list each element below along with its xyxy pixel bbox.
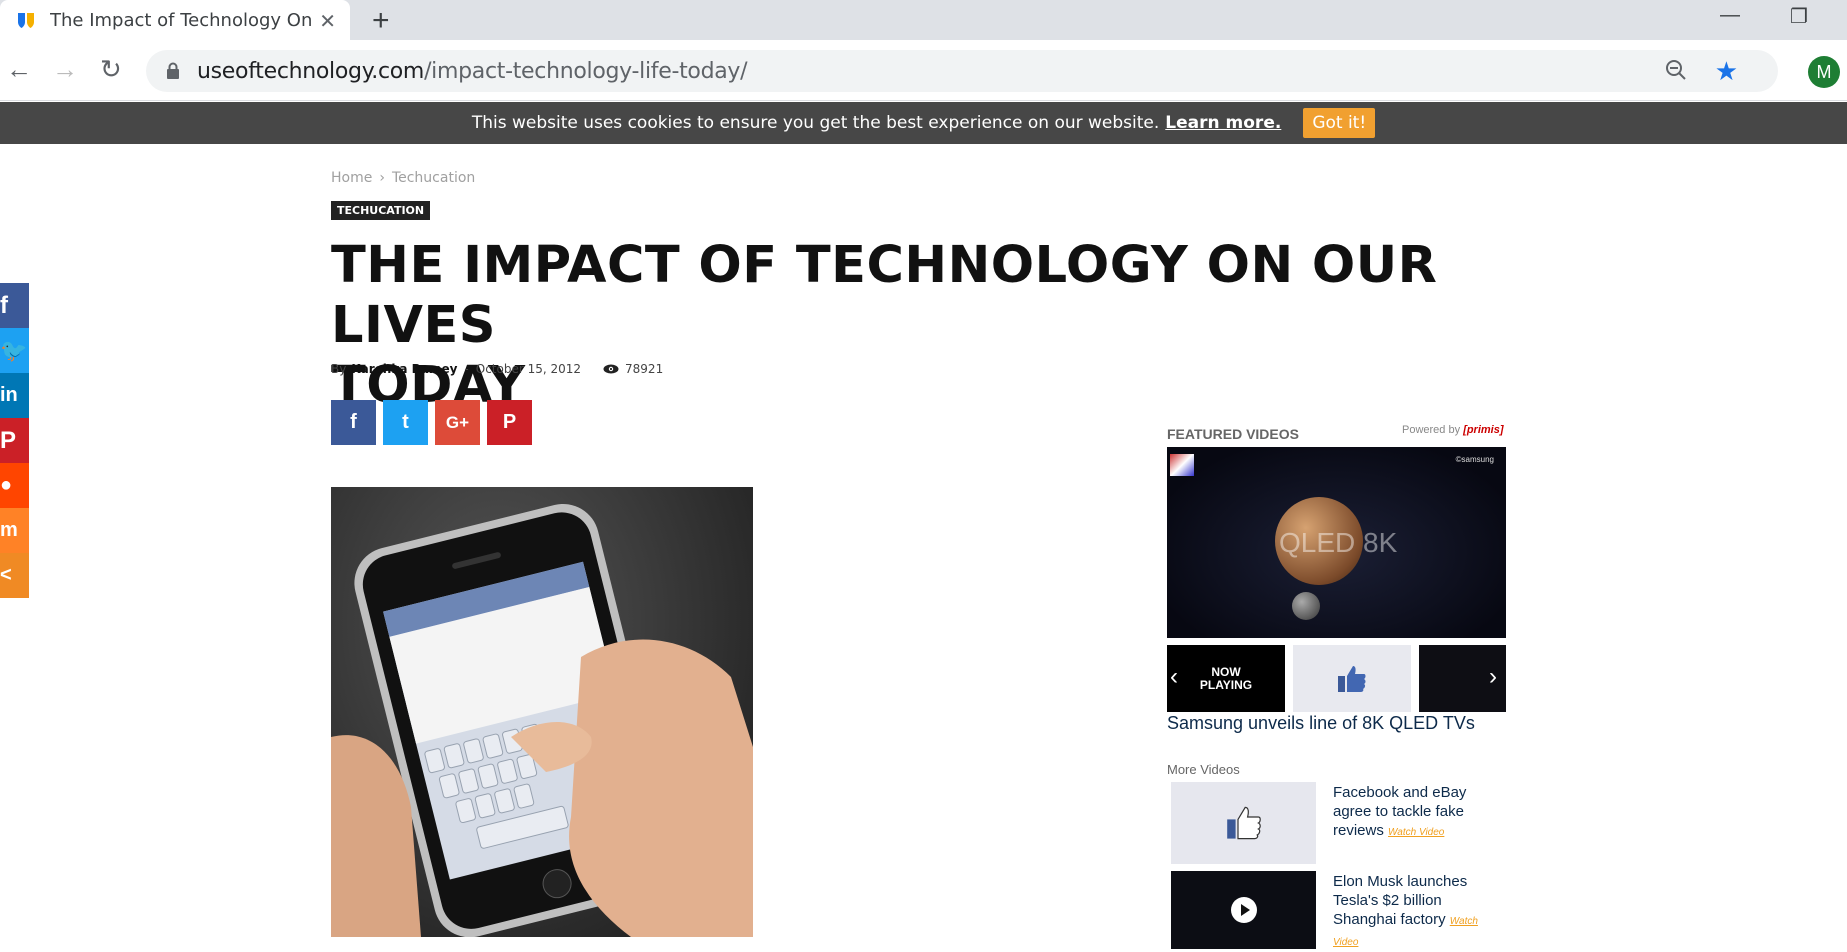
video-overlay-text: QLED 8K	[1279, 527, 1398, 558]
carousel-next-icon[interactable]: ›	[1489, 663, 1497, 691]
author-name[interactable]: Karehka Ramey	[351, 362, 457, 376]
facebook-share-button[interactable]: f	[331, 400, 376, 445]
tab-strip: The Impact of Technology On Our Lives To…	[0, 0, 1847, 40]
side-reddit-icon[interactable]: ●	[0, 463, 29, 508]
powered-by[interactable]: Powered by [primis]	[1402, 424, 1504, 436]
now-playing-thumb[interactable]: NOW PLAYING	[1167, 645, 1285, 712]
zoom-out-icon[interactable]	[1664, 58, 1688, 87]
tab-title: The Impact of Technology On Our Lives To…	[50, 9, 318, 31]
more-video-thumb-1[interactable]	[1171, 782, 1316, 864]
address-bar[interactable]: useoftechnology.com/impact-technology-li…	[146, 50, 1778, 92]
side-share-icon[interactable]: <	[0, 553, 29, 598]
eye-icon	[603, 364, 619, 374]
side-twitter-icon[interactable]: 🐦	[0, 328, 29, 373]
carousel-prev-icon[interactable]: ‹	[1170, 663, 1178, 691]
samsung-watermark: ©samsung	[1455, 455, 1494, 464]
cookie-message: This website uses cookies to ensure you …	[471, 113, 1160, 133]
featured-videos-label: FEATURED VIDEOS	[1167, 426, 1299, 442]
video-player[interactable]: ©samsung QLED 8K	[1167, 447, 1506, 638]
bookmark-star-icon[interactable]: ★	[1715, 56, 1738, 87]
lock-icon	[166, 62, 180, 85]
twitter-share-button[interactable]: t	[383, 400, 428, 445]
more-video-item-2[interactable]: Elon Musk launches Tesla's $2 billion Sh…	[1333, 872, 1493, 952]
title-line-1: THE IMPACT OF TECHNOLOGY ON OUR LIVES	[331, 236, 1438, 355]
iphone-in-hand-illustration	[331, 503, 753, 937]
pinterest-share-button[interactable]: P	[487, 400, 532, 445]
now-playing-label: NOW PLAYING	[1199, 664, 1253, 692]
more-video-item-1[interactable]: Facebook and eBay agree to tackle fake r…	[1333, 783, 1493, 842]
article-featured-image	[331, 487, 753, 937]
restore-icon[interactable]: ❐	[1790, 4, 1808, 29]
url-domain: useoftechnology.com	[197, 58, 425, 84]
thumbs-up-icon	[1226, 806, 1261, 840]
breadcrumb-separator: ›	[379, 170, 385, 186]
site-favicon-icon	[16, 10, 36, 30]
powered-by-text: Powered by	[1402, 424, 1461, 436]
new-tab-icon[interactable]: +	[372, 4, 390, 38]
channel-logo-icon	[1170, 454, 1194, 476]
browser-tab[interactable]: The Impact of Technology On Our Lives To…	[0, 0, 350, 40]
profile-avatar[interactable]: M	[1808, 56, 1840, 88]
back-icon[interactable]: ←	[6, 54, 32, 85]
more-videos-label: More Videos	[1167, 762, 1240, 777]
video-thumb-2[interactable]	[1293, 645, 1411, 712]
side-mix-icon[interactable]: m	[0, 508, 29, 553]
learn-more-link[interactable]: Learn more.	[1165, 113, 1281, 133]
primis-logo: [primis]	[1463, 424, 1504, 436]
side-share-bar: f 🐦 in P ● m <	[0, 283, 29, 598]
forward-icon[interactable]: →	[52, 54, 78, 85]
article-meta: By Karehka Ramey - October 15, 2012 7892…	[331, 362, 663, 376]
video-carousel: NOW PLAYING ‹ ›	[1167, 645, 1506, 712]
breadcrumb: Home › Techucation	[331, 170, 475, 186]
article-title: THE IMPACT OF TECHNOLOGY ON OUR LIVES TO…	[331, 236, 1531, 416]
thumbs-up-icon	[1338, 665, 1366, 692]
share-buttons: f t G+ P	[331, 400, 539, 445]
cookie-banner: This website uses cookies to ensure you …	[0, 102, 1847, 144]
url-path: /impact-technology-life-today/	[424, 58, 748, 84]
breadcrumb-home[interactable]: Home	[331, 170, 372, 186]
reload-icon[interactable]: ↻	[100, 54, 122, 85]
publish-date: October 15, 2012	[475, 362, 582, 376]
got-it-button[interactable]: Got it!	[1303, 108, 1376, 138]
watch-video-link-1[interactable]: Watch Video	[1388, 827, 1444, 838]
play-icon	[1230, 897, 1257, 923]
view-count: 78921	[603, 362, 663, 376]
moon-visual	[1292, 592, 1320, 620]
by-label: By	[331, 362, 347, 376]
meta-dash: -	[464, 362, 469, 376]
side-facebook-icon[interactable]: f	[0, 283, 29, 328]
side-linkedin-icon[interactable]: in	[0, 373, 29, 418]
browser-toolbar: ← → ↻ useoftechnology.com/impact-technol…	[0, 40, 1847, 101]
view-count-value: 78921	[625, 362, 664, 376]
more-video-thumb-2[interactable]	[1171, 871, 1316, 949]
more-video-title-2: Elon Musk launches Tesla's $2 billion Sh…	[1333, 873, 1468, 928]
url-text: useoftechnology.com/impact-technology-li…	[197, 58, 748, 84]
minimize-icon[interactable]: —	[1720, 4, 1740, 27]
breadcrumb-category[interactable]: Techucation	[392, 170, 475, 186]
google-plus-share-button[interactable]: G+	[435, 400, 480, 445]
current-video-title[interactable]: Samsung unveils line of 8K QLED TVs	[1167, 713, 1475, 734]
category-badge[interactable]: TECHUCATION	[331, 201, 431, 220]
side-pinterest-icon[interactable]: P	[0, 418, 29, 463]
close-tab-icon[interactable]: ✕	[319, 9, 336, 34]
